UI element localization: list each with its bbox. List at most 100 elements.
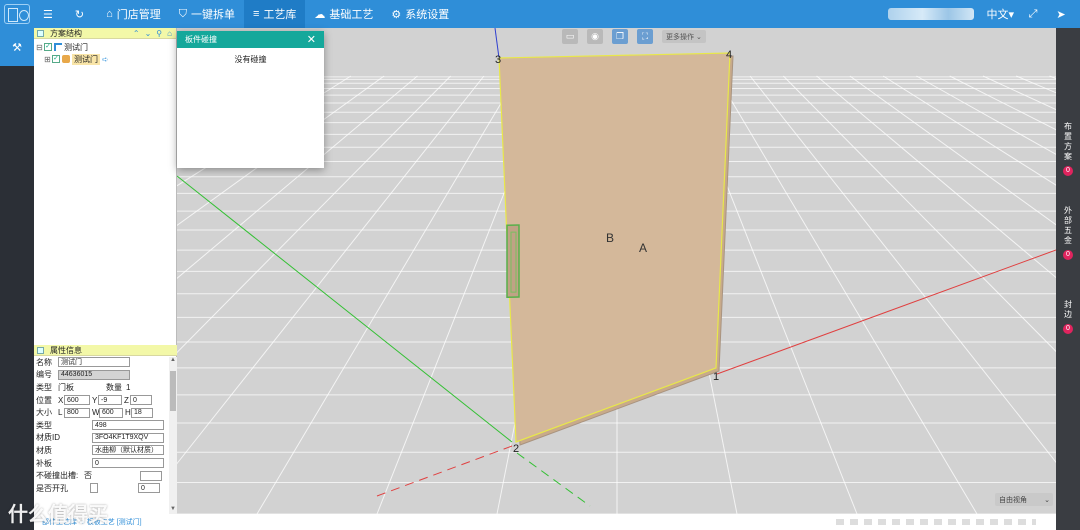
nav-label: 工艺库 (263, 9, 297, 21)
record-icon[interactable]: ◉ (587, 29, 603, 44)
send-icon[interactable]: ➤ (1052, 8, 1070, 21)
prop-row-type: 类型 门板 数量 1 (34, 381, 177, 394)
status-bar: 部件工艺库 ➜ 板板工艺 [测试门] (34, 514, 1056, 530)
board-icon (62, 55, 70, 63)
nav-label: 系统设置 (405, 9, 450, 21)
language-selector[interactable]: 中文▾ (986, 6, 1014, 22)
nav-label: 一键拆单 (191, 9, 235, 21)
fit-view-icon[interactable]: ⛶ (637, 29, 653, 44)
door-handle[interactable] (506, 224, 520, 299)
properties-panel: 属性信息 名称 测试门 编号 44636015 类型 门板 数量 1 位置 X … (34, 345, 177, 514)
view-mode-select[interactable]: 自由视角 ⌄ (995, 493, 1053, 506)
left-rail: ⚒ (0, 28, 34, 530)
folder-icon (54, 43, 62, 51)
scroll-down-icon[interactable]: ▼ (169, 506, 177, 514)
prop-row-kind: 类型 498 (34, 419, 177, 432)
tools-icon: ⚒ (12, 41, 22, 54)
nav-basic-process[interactable]: ☁ 基础工艺 (305, 0, 382, 28)
view-mode-value: 自由视角 (999, 496, 1027, 504)
corner-label-3: 3 (495, 54, 501, 66)
tree-panel-header: 方案结构 ⌃ ⌄ ⚲ ⌂ (34, 28, 176, 39)
w-field[interactable]: 600 (99, 407, 123, 418)
nav-one-click-split[interactable]: ⛉ 一键拆单 (170, 0, 244, 28)
copy-icon[interactable]: ❐ (612, 29, 628, 44)
tree-node-child[interactable]: ⊞ ✓ 测试门 ➪ (36, 53, 174, 65)
locate-arrow-icon[interactable]: ➪ (102, 55, 109, 64)
checkbox[interactable]: ✓ (52, 55, 60, 63)
x-field[interactable]: 600 (64, 395, 90, 406)
face-label-a: A (639, 241, 647, 255)
tree-tools: ⌃ ⌄ ⚲ ⌂ (133, 29, 172, 38)
right-item-hardware[interactable]: 外部五金 0 (1056, 206, 1080, 260)
kind-field[interactable]: 498 (92, 420, 164, 431)
count-badge: 0 (1063, 166, 1073, 176)
prop-label: 材质ID (36, 433, 60, 443)
nav-label: 基础工艺 (329, 9, 374, 21)
expand-up-icon[interactable]: ⌃ (133, 29, 140, 38)
qty-value: 1 (126, 382, 131, 392)
save-icon[interactable]: ▭ (562, 29, 578, 44)
open-field[interactable]: 0 (138, 483, 160, 494)
scroll-thumb[interactable] (170, 371, 176, 411)
top-navigation-bar: ☰ ↻ ⌂ 门店管理 ⛉ 一键拆单 ≡ 工艺库 ☁ 基础工艺 ⚙ 系统设置 中文▾ ⤢ ➤ (0, 0, 1080, 28)
chevron-down-icon: ⌄ (1044, 496, 1050, 504)
right-item-layout[interactable]: 布置方案 0 (1056, 122, 1080, 176)
blurred-status-text (836, 519, 1036, 525)
nav-store-management[interactable]: ⌂ 门店管理 (97, 0, 170, 28)
y-field[interactable]: -9 (98, 395, 122, 406)
collapse-icon[interactable]: ⊟ (36, 43, 44, 52)
fullscreen-icon[interactable]: ⤢ (1024, 8, 1042, 21)
home-icon[interactable]: ⌂ (167, 29, 172, 38)
props-scrollbar[interactable]: ▲ ▼ (169, 357, 177, 514)
patch-field[interactable]: 0 (92, 458, 164, 469)
corner-label-1: 1 (713, 371, 719, 383)
scroll-up-icon[interactable]: ▲ (169, 357, 177, 365)
right-item-label: 封边 (1064, 300, 1072, 319)
l-field[interactable]: 800 (64, 407, 90, 418)
topbar-right: 中文▾ ⤢ ➤ (888, 0, 1080, 28)
prop-row-name: 名称 测试门 (34, 356, 177, 369)
z-field[interactable]: 0 (130, 395, 152, 406)
menu-toggle-button[interactable]: ☰ (34, 0, 66, 28)
right-item-edging[interactable]: 封边 0 (1056, 300, 1080, 334)
refresh-button[interactable]: ↻ (66, 0, 97, 28)
prop-label: 名称 (36, 357, 52, 367)
right-sidebar: 布置方案 0 外部五金 0 封边 0 (1056, 28, 1080, 530)
cloud-icon: ☁ (314, 8, 326, 21)
nav-process-library[interactable]: ≡ 工艺库 (244, 0, 306, 28)
code-field: 44636015 (58, 369, 130, 380)
prop-row-material: 材质 水曲柳（默认材质） (34, 444, 177, 457)
tree-node-root[interactable]: ⊟ ✓ 测试门 (36, 41, 174, 53)
more-ops-dropdown[interactable]: 更多操作 ⌄ (662, 30, 706, 43)
watermark: 什么值得买 (8, 504, 108, 526)
logo-mark (4, 4, 30, 24)
h-field[interactable]: 18 (131, 407, 153, 418)
close-icon[interactable]: ✕ (307, 33, 316, 46)
prop-row-material-id: 材质ID 3FO4KF1T9XQV (34, 432, 177, 445)
search-icon[interactable]: ⚲ (156, 29, 162, 38)
nav-system-settings[interactable]: ⚙ 系统设置 (382, 0, 458, 28)
dialog-title: 板件碰撞 (185, 35, 217, 44)
corner-label-4: 4 (726, 49, 732, 61)
nav-label: 门店管理 (116, 9, 161, 21)
name-field[interactable]: 测试门 (58, 357, 130, 368)
material-field[interactable]: 水曲柳（默认材质） (92, 445, 164, 456)
prop-label: 类型 (36, 420, 52, 430)
user-name-blurred[interactable] (888, 8, 975, 20)
face-label-b: B (606, 231, 614, 245)
right-item-label: 布置方案 (1064, 122, 1072, 161)
prop-row-size: 大小 L 800 W 600 H 18 (34, 406, 177, 419)
collide-field[interactable] (140, 470, 162, 481)
prop-label: 类型 (36, 382, 52, 392)
rail-item-tools[interactable]: ⚒ (0, 28, 34, 66)
props-panel-title: 属性信息 (50, 345, 82, 355)
prop-row-open: 是否开孔 0 (34, 482, 177, 495)
prop-label: 是否开孔 (36, 483, 68, 493)
expand-icon[interactable]: ⊞ (44, 55, 52, 64)
material-id-field[interactable]: 3FO4KF1T9XQV (92, 432, 164, 443)
checkbox[interactable]: ✓ (44, 43, 52, 51)
open-checkbox[interactable] (90, 483, 98, 494)
expand-down-icon[interactable]: ⌄ (145, 29, 152, 38)
gear-icon: ⚙ (391, 8, 402, 21)
count-badge: 0 (1063, 324, 1073, 334)
